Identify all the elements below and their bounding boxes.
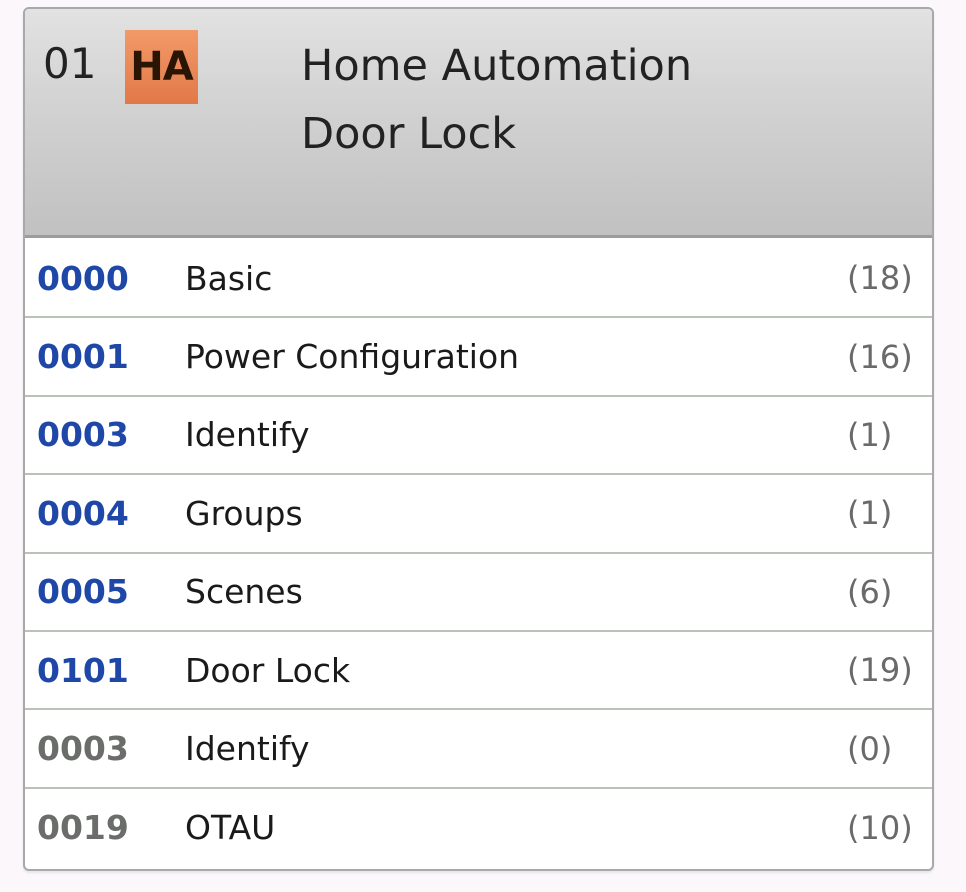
cluster-id: 0001	[37, 337, 129, 377]
cluster-id: 0004	[37, 493, 129, 533]
cluster-id: 0000	[37, 258, 129, 298]
cluster-id: 0101	[37, 650, 129, 690]
cluster-id: 0005	[37, 572, 129, 612]
cluster-row[interactable]: 0000 Basic (18)	[25, 240, 932, 319]
cluster-attribute-count: (1)	[847, 415, 893, 454]
cluster-row[interactable]: 0019 OTAU (10)	[25, 789, 932, 867]
cluster-attribute-count: (6)	[847, 572, 893, 611]
profile-name: Home Automation	[301, 41, 693, 91]
cluster-name: Door Lock	[185, 650, 351, 690]
cluster-name: Scenes	[185, 572, 303, 612]
cluster-id: 0019	[37, 808, 129, 848]
cluster-row[interactable]: 0005 Scenes (6)	[25, 554, 932, 632]
cluster-attribute-count: (18)	[847, 259, 913, 298]
cluster-name: Identify	[185, 415, 310, 455]
cluster-row[interactable]: 0101 Door Lock (19)	[25, 632, 932, 711]
cluster-name: Groups	[185, 493, 303, 533]
endpoint-header[interactable]: 01 HA Home Automation Door Lock	[25, 9, 932, 238]
cluster-attribute-count: (16)	[847, 337, 913, 376]
cluster-attribute-count: (1)	[847, 494, 893, 533]
cluster-row[interactable]: 0001 Power Configuration (16)	[25, 318, 932, 397]
cluster-name: Basic	[185, 258, 273, 298]
cluster-id: 0003	[37, 415, 129, 455]
cluster-name: Power Configuration	[185, 337, 520, 377]
cluster-name: Identify	[185, 729, 310, 769]
cluster-name: OTAU	[185, 808, 276, 848]
cluster-attribute-count: (19)	[847, 651, 913, 690]
endpoint-panel: 01 HA Home Automation Door Lock 0000 Bas…	[23, 7, 934, 871]
cluster-id: 0003	[37, 729, 129, 769]
device-name: Door Lock	[301, 109, 517, 159]
cluster-attribute-count: (0)	[847, 729, 893, 768]
cluster-row[interactable]: 0004 Groups (1)	[25, 475, 932, 554]
cluster-list: 0000 Basic (18) 0001 Power Configuration…	[25, 240, 932, 867]
endpoint-id: 01	[43, 39, 97, 88]
cluster-row[interactable]: 0003 Identify (1)	[25, 397, 932, 476]
cluster-attribute-count: (10)	[847, 808, 913, 847]
profile-badge-icon: HA	[125, 30, 198, 104]
cluster-row[interactable]: 0003 Identify (0)	[25, 710, 932, 789]
